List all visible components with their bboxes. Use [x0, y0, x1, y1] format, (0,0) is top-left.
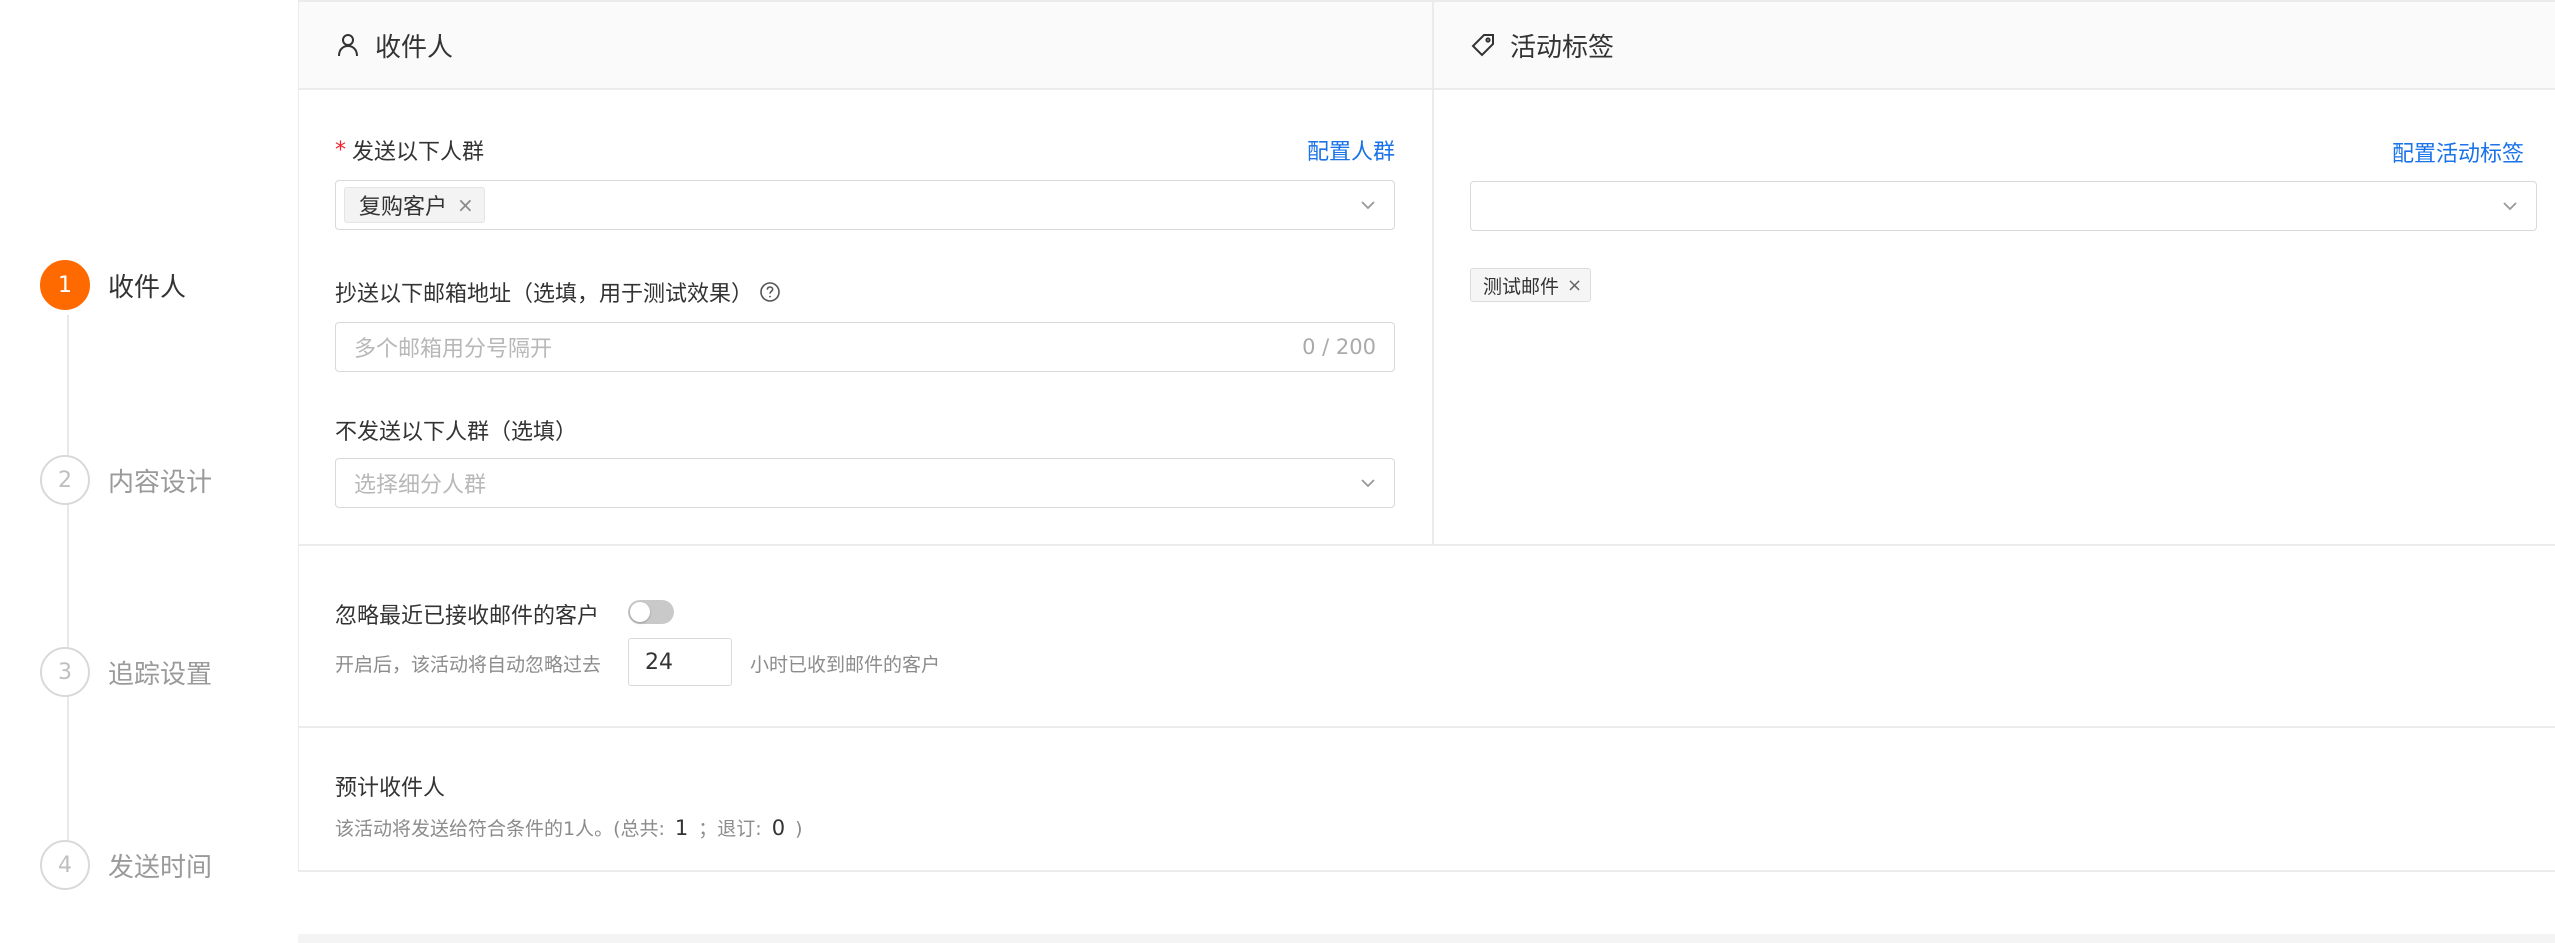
bottom-strip	[298, 934, 2555, 943]
estimated-recipients-title: 预计收件人	[335, 776, 446, 801]
recipients-header: 收件人	[299, 2, 1432, 90]
required-asterisk: *	[335, 137, 346, 163]
chevron-down-icon	[2503, 202, 2517, 211]
steps-nav: 1 收件人 2 内容设计 3 追踪设置 4 发送时间	[0, 0, 298, 943]
toggle-knob	[630, 602, 650, 622]
estimate-text: 该活动将发送给符合条件的1人。(总共:	[335, 818, 665, 840]
remove-tag-icon[interactable]: ×	[457, 193, 474, 217]
estimate-unsubscribed: 0	[771, 816, 786, 840]
activity-tag-label: 测试邮件	[1483, 275, 1560, 298]
step-label: 追踪设置	[108, 659, 213, 690]
remove-tag-icon[interactable]: ×	[1567, 275, 1582, 296]
step-label: 收件人	[108, 272, 187, 303]
step-number: 2	[40, 455, 90, 505]
step-send-time[interactable]: 4 发送时间	[40, 838, 212, 892]
ignore-recent-toggle[interactable]	[628, 600, 674, 624]
ignore-recent-label: 忽略最近已接收邮件的客户	[335, 604, 600, 629]
tag-icon	[1471, 34, 1494, 57]
step-number: 4	[40, 840, 90, 890]
activity-tag: 测试邮件 ×	[1470, 268, 1592, 302]
recipients-header-title: 收件人	[375, 32, 454, 63]
exclude-label-text: 不发送以下人群（选填）	[335, 420, 578, 445]
send-to-label: * 发送以下人群	[335, 134, 484, 166]
activity-tags-header: 活动标签	[1434, 2, 2555, 90]
chevron-down-icon	[1361, 479, 1375, 488]
ignore-hours-input[interactable]: 24	[628, 638, 732, 686]
cc-label-text: 抄送以下邮箱地址（选填，用于测试效果）	[335, 282, 754, 307]
estimate-close: )	[795, 818, 803, 840]
estimated-recipients-section: 预计收件人 该活动将发送给符合条件的1人。(总共: 1 ；退订: 0 )	[299, 728, 2555, 872]
ignore-hint-before: 开启后，该活动将自动忽略过去	[335, 654, 602, 676]
send-to-label-text: 发送以下人群	[352, 140, 485, 165]
user-icon	[338, 34, 358, 57]
ignore-recent-section: 忽略最近已接收邮件的客户 开启后，该活动将自动忽略过去 24 小时已收到邮件的客…	[299, 546, 2555, 728]
chevron-down-icon	[1361, 201, 1375, 210]
step-tracking-settings[interactable]: 3 追踪设置	[40, 645, 212, 699]
exclude-segment-select[interactable]: 选择细分人群	[335, 458, 1395, 508]
audience-select[interactable]: 复购客户 ×	[335, 180, 1395, 230]
exclude-label: 不发送以下人群（选填）	[335, 414, 577, 446]
step-number: 3	[40, 647, 90, 697]
ignore-hint-after: 小时已收到邮件的客户	[750, 654, 941, 676]
exclude-segment-placeholder: 选择细分人群	[354, 473, 487, 498]
recipients-section: 收件人 * 发送以下人群 配置人群 复购客户 × 抄送以下邮箱地址（选填，用于测…	[299, 2, 2555, 546]
activity-tags-header-title: 活动标签	[1510, 32, 1615, 63]
estimate-total: 1	[674, 816, 689, 840]
step-recipients[interactable]: 1 收件人	[40, 258, 186, 312]
recipients-card: 收件人 * 发送以下人群 配置人群 复购客户 × 抄送以下邮箱地址（选填，用于测…	[299, 2, 1434, 544]
step-label: 内容设计	[108, 467, 213, 498]
cc-label: 抄送以下邮箱地址（选填，用于测试效果）	[335, 276, 781, 308]
estimate-separator: ；退订:	[698, 818, 762, 840]
help-icon[interactable]	[759, 281, 781, 303]
activity-tags-select[interactable]	[1470, 181, 2537, 231]
cc-email-placeholder: 多个邮箱用分号隔开	[354, 337, 553, 362]
steps-connector-line	[67, 315, 69, 875]
step-label: 发送时间	[108, 852, 213, 883]
activity-tags-card: 活动标签 配置活动标签 测试邮件 ×	[1434, 2, 2555, 544]
configure-audience-link[interactable]: 配置人群	[1307, 134, 1395, 166]
audience-tag-label: 复购客户	[359, 195, 448, 220]
estimated-recipients-summary: 该活动将发送给符合条件的1人。(总共: 1 ；退订: 0 )	[335, 814, 802, 841]
step-number: 1	[40, 260, 90, 310]
configure-activity-tags-link[interactable]: 配置活动标签	[2392, 136, 2524, 168]
audience-tag: 复购客户 ×	[344, 187, 485, 223]
step-content-design[interactable]: 2 内容设计	[40, 453, 212, 507]
main-panel: 收件人 * 发送以下人群 配置人群 复购客户 × 抄送以下邮箱地址（选填，用于测…	[298, 0, 2555, 872]
cc-email-input[interactable]: 多个邮箱用分号隔开 0 / 200	[335, 322, 1395, 372]
cc-char-counter: 0 / 200	[1302, 335, 1376, 359]
